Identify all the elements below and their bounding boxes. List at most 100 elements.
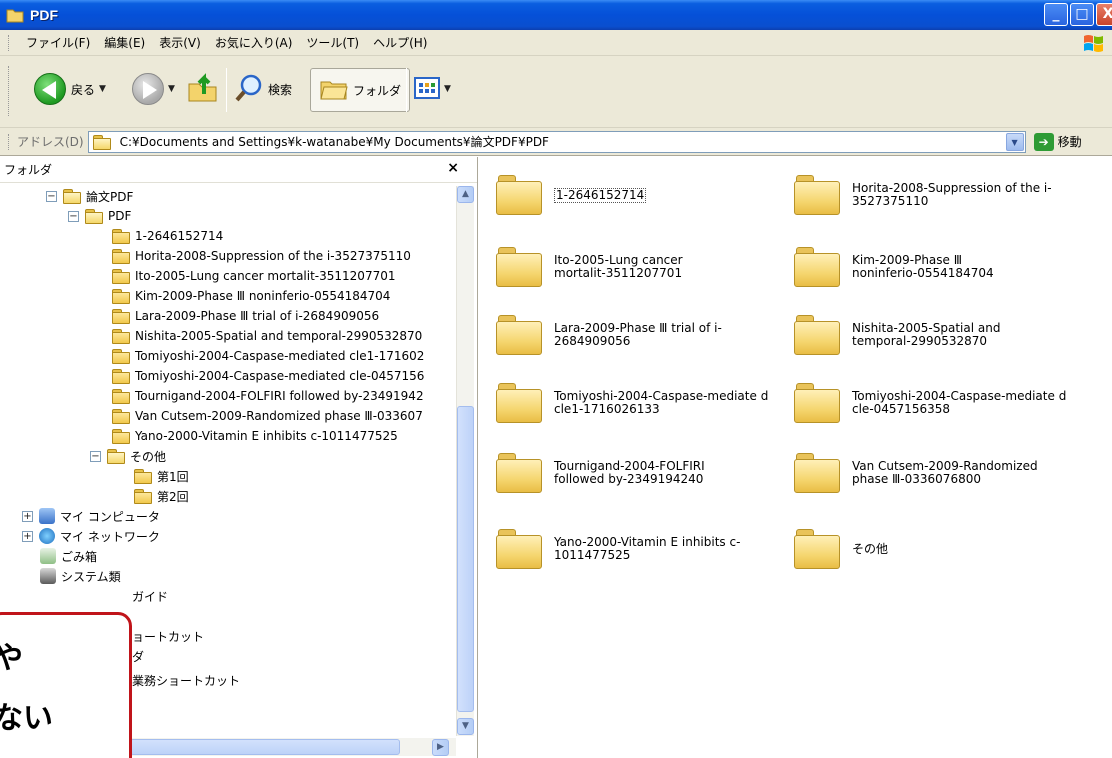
folder-icon [112, 269, 130, 284]
tree-item[interactable]: 業務ショートカット [132, 670, 240, 690]
folder-pane-header: フォルダ × [0, 157, 477, 183]
address-grip[interactable] [8, 133, 11, 150]
folder-icon [794, 453, 840, 493]
tree-item[interactable]: ダ [132, 646, 144, 666]
tree-item[interactable]: Yano-2000-Vitamin E inhibits c-101147752… [112, 426, 398, 446]
folder-tile[interactable]: Kim-2009-Phase Ⅲ noninferio-0554184704 [794, 239, 1084, 295]
tree-item[interactable]: Kim-2009-Phase Ⅲ noninferio-0554184704 [112, 286, 390, 306]
folders-button[interactable]: フォルダ [310, 68, 411, 112]
tree-item-label: ョートカット [132, 629, 205, 644]
folder-tile[interactable]: Lara-2009-Phase Ⅲ trial of i-2684909056 [496, 307, 786, 363]
address-dropdown-button[interactable]: ▼ [1005, 132, 1024, 151]
folder-pane-horizontal-scrollbar[interactable]: ▶ [130, 738, 456, 756]
folder-icon [794, 175, 840, 215]
collapse-toggle-icon[interactable]: − [46, 190, 57, 202]
horizontal-scroll-thumb[interactable] [130, 739, 400, 755]
forward-button[interactable]: ▼ [132, 68, 175, 110]
toolbar-grip[interactable] [8, 66, 11, 116]
tree-item-label: ごみ箱 [61, 549, 98, 564]
minimize-button[interactable]: _ [1044, 3, 1068, 26]
menu-help[interactable]: ヘルプ(H) [366, 33, 434, 53]
tree-item[interactable]: Ito-2005-Lung cancer mortalit-3511207701 [112, 266, 395, 286]
toolbar: 戻る ▼ ▼ 検索 フォルダ ▼ [0, 56, 1112, 128]
menu-favorites[interactable]: お気に入り(A) [208, 33, 300, 53]
folder-icon [794, 529, 840, 569]
tree-item-recycle-bin[interactable]: ごみ箱 [40, 546, 97, 566]
tree-item-sonota[interactable]: − その他 [90, 446, 166, 466]
folders-label: フォルダ [353, 83, 402, 98]
menu-grip[interactable] [8, 34, 11, 51]
tree-item-my-computer[interactable]: + マイ コンピュータ [22, 506, 160, 526]
expand-toggle-icon[interactable]: + [22, 530, 33, 542]
folder-icon [112, 249, 130, 264]
folder-tile[interactable]: その他 [794, 521, 1084, 577]
tree-item[interactable]: Lara-2009-Phase Ⅲ trial of i-2684909056 [112, 306, 379, 326]
folder-icon [112, 409, 130, 424]
forward-dropdown-icon[interactable]: ▼ [168, 84, 175, 94]
folder-tile[interactable]: 1-2646152714 [496, 167, 786, 223]
up-folder-button[interactable] [186, 68, 220, 110]
go-arrow-icon: ➔ [1033, 132, 1054, 151]
menu-view[interactable]: 表示(V) [152, 33, 208, 53]
back-button[interactable]: 戻る ▼ [34, 68, 106, 110]
folder-tile[interactable]: Tomiyoshi-2004-Caspase-mediate d cle-045… [794, 375, 1084, 431]
tree-item-ronbun-pdf[interactable]: − 論文PDF [46, 186, 133, 206]
folder-tile[interactable]: Yano-2000-Vitamin E inhibits c-101147752… [496, 521, 786, 577]
tree-item[interactable]: Tomiyoshi-2004-Caspase-mediated cle-0457… [112, 366, 424, 386]
tree-item[interactable]: Horita-2008-Suppression of the i-3527375… [112, 246, 411, 266]
scroll-right-icon[interactable]: ▶ [432, 739, 449, 756]
forward-arrow-icon [132, 73, 164, 105]
tree-item[interactable]: Van Cutsem-2009-Randomized phase Ⅲ-03360… [112, 406, 423, 426]
tree-item[interactable]: ョートカット [132, 626, 204, 646]
search-button[interactable]: 検索 [234, 68, 292, 110]
search-label: 検索 [268, 82, 293, 97]
menu-tools[interactable]: ツール(T) [299, 33, 366, 53]
folder-pane-close-icon[interactable]: × [447, 160, 459, 176]
maximize-button[interactable]: □ [1070, 3, 1094, 26]
expand-toggle-icon[interactable]: + [22, 510, 33, 522]
folder-tile-label: その他 [852, 541, 889, 556]
tree-item[interactable]: システム類 [40, 566, 121, 586]
tree-item[interactable]: Tomiyoshi-2004-Caspase-mediated cle1-171… [112, 346, 424, 366]
folder-tile[interactable]: Van Cutsem-2009-Randomized phase Ⅲ-03360… [794, 445, 1084, 501]
tree-item[interactable]: Tournigand-2004-FOLFIRI followed by-2349… [112, 386, 424, 406]
folder-icon [496, 247, 542, 287]
tree-item-label: マイ コンピュータ [60, 509, 160, 524]
tree-item-my-network[interactable]: + マイ ネットワーク [22, 526, 160, 546]
recycle-bin-icon [40, 548, 56, 564]
collapse-toggle-icon[interactable]: − [68, 210, 79, 222]
scroll-down-icon[interactable]: ▼ [457, 718, 474, 735]
close-button[interactable]: X [1096, 3, 1112, 26]
tree-item[interactable]: ガイド [132, 586, 168, 606]
tree-item[interactable]: Nishita-2005-Spatial and temporal-299053… [112, 326, 422, 346]
address-field[interactable]: C:¥Documents and Settings¥k-watanabe¥My … [87, 130, 1026, 153]
tree-item[interactable]: 第1回 [134, 466, 189, 486]
folder-tile-label: Lara-2009-Phase Ⅲ trial of i-2684909056 [554, 321, 722, 348]
tree-item-label: 論文PDF [86, 189, 134, 204]
folder-tile[interactable]: Tournigand-2004-FOLFIRI followed by-2349… [496, 445, 786, 501]
scroll-thumb[interactable] [457, 406, 474, 712]
views-button[interactable]: ▼ [414, 68, 451, 110]
tree-item[interactable]: 1-2646152714 [112, 226, 223, 246]
tree-item-pdf[interactable]: − PDF [68, 206, 131, 226]
address-path[interactable]: C:¥Documents and Settings¥k-watanabe¥My … [120, 133, 549, 150]
back-dropdown-icon[interactable]: ▼ [99, 84, 106, 94]
go-button[interactable]: ➔ 移動 [1033, 132, 1082, 151]
scroll-up-icon[interactable]: ▲ [457, 186, 474, 203]
folder-tile-label: Van Cutsem-2009-Randomized phase Ⅲ-03360… [852, 459, 1038, 486]
folder-icon [107, 449, 125, 464]
views-dropdown-icon[interactable]: ▼ [444, 84, 451, 94]
folder-tile[interactable]: Nishita-2005-Spatial and temporal-299053… [794, 307, 1084, 363]
annotation-callout: や ない [0, 612, 132, 758]
folder-icon [134, 489, 152, 504]
collapse-toggle-icon[interactable]: − [90, 450, 101, 462]
folder-icon [794, 315, 840, 355]
folder-tile[interactable]: Ito-2005-Lung cancer mortalit-3511207701 [496, 239, 786, 295]
folder-tile[interactable]: Tomiyoshi-2004-Caspase-mediate d cle1-17… [496, 375, 786, 431]
folder-pane-title: フォルダ [4, 163, 53, 177]
tree-item[interactable]: 第2回 [134, 486, 189, 506]
menu-file[interactable]: ファイル(F) [19, 33, 97, 53]
folder-pane-vertical-scrollbar[interactable]: ▲ ▼ [456, 186, 474, 736]
folder-tile[interactable]: Horita-2008-Suppression of the i-3527375… [794, 167, 1084, 223]
menu-edit[interactable]: 編集(E) [97, 33, 152, 53]
